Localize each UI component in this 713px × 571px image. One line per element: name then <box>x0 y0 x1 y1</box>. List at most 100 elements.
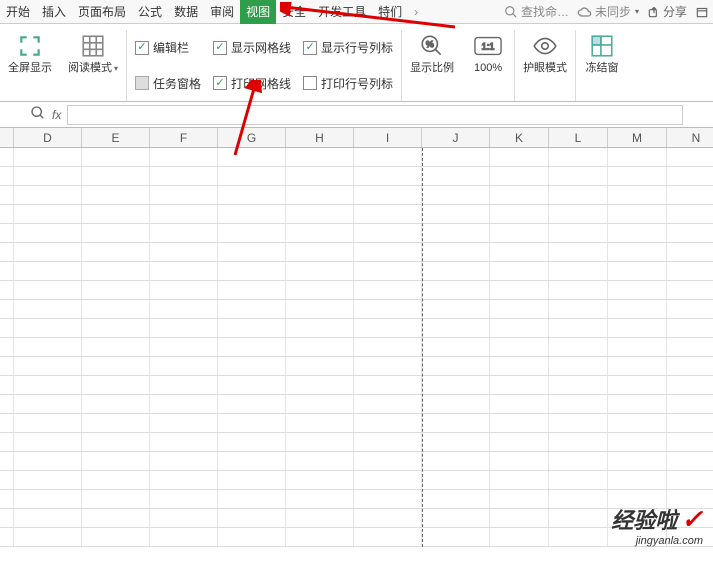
cell[interactable] <box>286 186 354 204</box>
cell[interactable] <box>549 509 608 527</box>
cell[interactable] <box>82 338 150 356</box>
cell[interactable] <box>608 262 667 280</box>
zoom-100-button[interactable]: 1:1 100% <box>468 30 508 77</box>
cell[interactable] <box>422 243 490 261</box>
cell[interactable] <box>608 186 667 204</box>
tab-formula[interactable]: 公式 <box>132 0 168 24</box>
cell[interactable] <box>14 395 82 413</box>
cell[interactable] <box>150 338 218 356</box>
cell[interactable] <box>14 300 82 318</box>
cell[interactable] <box>286 300 354 318</box>
cell[interactable] <box>422 205 490 223</box>
cell[interactable] <box>608 281 667 299</box>
column-header[interactable]: K <box>490 128 549 147</box>
cell[interactable] <box>422 414 490 432</box>
cell[interactable] <box>422 433 490 451</box>
cell[interactable] <box>218 395 286 413</box>
cell[interactable] <box>490 262 549 280</box>
formula-input[interactable] <box>67 105 683 125</box>
tab-layout[interactable]: 页面布局 <box>72 0 132 24</box>
cell[interactable] <box>218 243 286 261</box>
cell[interactable] <box>14 452 82 470</box>
cell[interactable] <box>82 395 150 413</box>
check-show-grid[interactable]: ✓ 显示网格线 <box>213 39 291 56</box>
cell[interactable] <box>422 395 490 413</box>
cell[interactable] <box>218 319 286 337</box>
cell[interactable] <box>286 509 354 527</box>
cell[interactable] <box>667 357 713 375</box>
tab-view[interactable]: 视图 <box>240 0 276 24</box>
tab-more[interactable]: › <box>408 1 424 23</box>
cell[interactable] <box>667 452 713 470</box>
cell[interactable] <box>14 224 82 242</box>
cell[interactable] <box>82 319 150 337</box>
cell[interactable] <box>549 205 608 223</box>
cell[interactable] <box>549 262 608 280</box>
cell[interactable] <box>667 167 713 185</box>
cell[interactable] <box>608 414 667 432</box>
spreadsheet-grid[interactable] <box>0 148 713 547</box>
cell[interactable] <box>354 224 422 242</box>
cell[interactable] <box>490 300 549 318</box>
cell[interactable] <box>667 243 713 261</box>
cell[interactable] <box>286 243 354 261</box>
cell[interactable] <box>608 167 667 185</box>
cell[interactable] <box>150 471 218 489</box>
cell[interactable] <box>667 471 713 489</box>
cell[interactable] <box>422 528 490 546</box>
cell[interactable] <box>150 509 218 527</box>
cell[interactable] <box>490 338 549 356</box>
cell[interactable] <box>667 281 713 299</box>
freeze-button[interactable]: 冻结窗 <box>582 30 622 77</box>
cell[interactable] <box>490 395 549 413</box>
cell[interactable] <box>549 243 608 261</box>
cell[interactable] <box>14 167 82 185</box>
cell[interactable] <box>422 357 490 375</box>
cell[interactable] <box>218 490 286 508</box>
cell[interactable] <box>354 528 422 546</box>
cell[interactable] <box>667 186 713 204</box>
tab-start[interactable]: 开始 <box>0 0 36 24</box>
sync-status[interactable]: 未同步 ▾ <box>577 3 639 20</box>
cell[interactable] <box>354 509 422 527</box>
column-header[interactable]: M <box>608 128 667 147</box>
cell[interactable] <box>286 148 354 166</box>
cell[interactable] <box>218 167 286 185</box>
cell[interactable] <box>150 262 218 280</box>
cell[interactable] <box>82 300 150 318</box>
column-header[interactable]: F <box>150 128 218 147</box>
cell[interactable] <box>286 205 354 223</box>
cell[interactable] <box>422 262 490 280</box>
cell[interactable] <box>150 395 218 413</box>
cell[interactable] <box>286 395 354 413</box>
cell[interactable] <box>422 224 490 242</box>
cell[interactable] <box>667 319 713 337</box>
cell[interactable] <box>422 509 490 527</box>
cell[interactable] <box>14 471 82 489</box>
share-button[interactable]: 分享 <box>647 3 687 20</box>
cell[interactable] <box>82 357 150 375</box>
cell[interactable] <box>218 376 286 394</box>
cell[interactable] <box>490 528 549 546</box>
cell[interactable] <box>354 300 422 318</box>
cell[interactable] <box>549 490 608 508</box>
cell[interactable] <box>490 281 549 299</box>
cell[interactable] <box>82 148 150 166</box>
cell[interactable] <box>667 395 713 413</box>
cell[interactable] <box>490 148 549 166</box>
cell[interactable] <box>150 319 218 337</box>
cell[interactable] <box>490 433 549 451</box>
cell[interactable] <box>549 414 608 432</box>
cell[interactable] <box>608 357 667 375</box>
cell[interactable] <box>150 452 218 470</box>
cell[interactable] <box>608 376 667 394</box>
column-header[interactable]: N <box>667 128 713 147</box>
cell[interactable] <box>490 357 549 375</box>
cell[interactable] <box>150 490 218 508</box>
cell[interactable] <box>14 509 82 527</box>
cell[interactable] <box>354 471 422 489</box>
cell[interactable] <box>490 452 549 470</box>
cell[interactable] <box>14 490 82 508</box>
cell[interactable] <box>286 262 354 280</box>
cell[interactable] <box>608 471 667 489</box>
